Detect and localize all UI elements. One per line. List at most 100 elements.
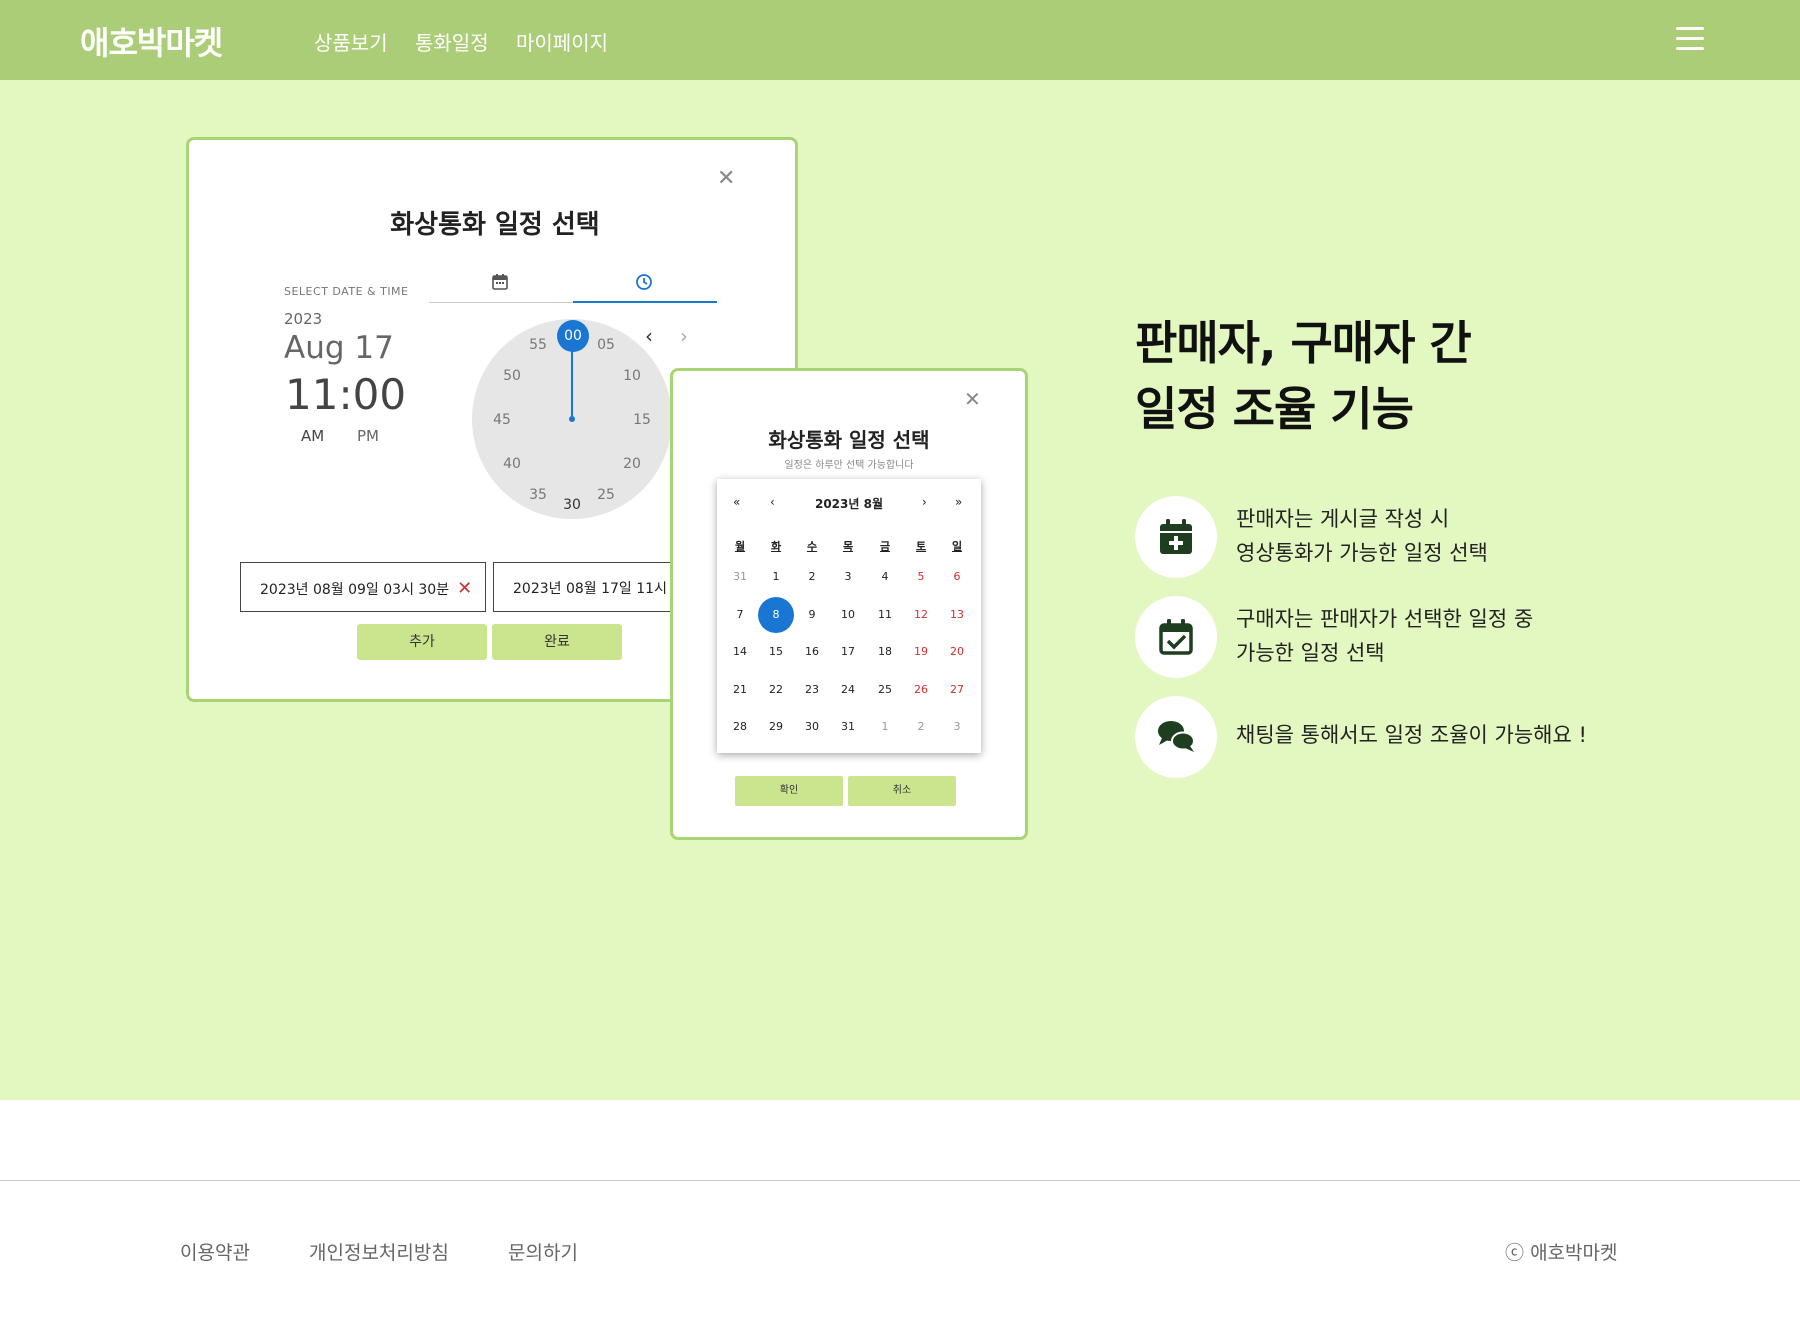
date-picker-card: ✕ 화상통화 일정 선택 일정은 하루만 선택 가능합니다 « ‹ 2023년 … [670, 368, 1028, 840]
schedule-field-1[interactable]: 2023년 08월 09일 03시 30분 ✕ [240, 562, 486, 612]
tab-calendar[interactable] [429, 273, 573, 303]
confirm-button[interactable]: 확인 [735, 776, 843, 806]
chevron-left-icon[interactable]: ‹ [645, 324, 653, 348]
feature-1-line1: 판매자는 게시글 작성 시 [1236, 507, 1450, 531]
nav-link-call-schedule[interactable]: 통화일정 [415, 27, 489, 56]
calendar-day[interactable]: 3 [830, 559, 866, 595]
brand-logo[interactable]: 애호박마켓 [80, 18, 223, 64]
clock-face[interactable]: 00 05 10 15 20 25 30 35 40 45 50 55 [472, 319, 672, 519]
calendar-day[interactable]: 4 [867, 559, 903, 595]
nav-link-mypage[interactable]: 마이페이지 [516, 27, 608, 56]
calendar-day[interactable]: 2 [903, 709, 939, 745]
feature-2-line1: 구매자는 판매자가 선택한 일정 중 [1236, 607, 1534, 631]
calendar-day[interactable]: 14 [722, 634, 758, 670]
calendar-day[interactable]: 31 [830, 709, 866, 745]
clock-number[interactable]: 05 [592, 337, 620, 353]
calendar-day[interactable]: 29 [758, 709, 794, 745]
cancel-button[interactable]: 취소 [848, 776, 956, 806]
calendar-day[interactable]: 1 [867, 709, 903, 745]
clock-center [569, 416, 575, 422]
schedule-field-2-text: 2023년 08월 17일 11시 00분 [513, 581, 672, 597]
calendar-day-selected[interactable]: 8 [758, 597, 794, 633]
select-date-time-label: SELECT DATE & TIME [284, 285, 409, 298]
clock-number[interactable]: 20 [618, 456, 646, 472]
clock-number[interactable]: 45 [488, 412, 516, 428]
feature-text-3: 채팅을 통해서도 일정 조율이 가능해요 ! [1236, 718, 1587, 752]
add-button[interactable]: 추가 [357, 624, 487, 660]
clock-number[interactable]: 35 [524, 487, 552, 503]
feature-2-line2: 가능한 일정 선택 [1236, 641, 1385, 665]
close-icon[interactable]: ✕ [964, 387, 981, 411]
calendar-day[interactable]: 25 [867, 672, 903, 708]
schedule-field-1-text: 2023년 08월 09일 03시 30분 [260, 582, 450, 598]
remove-icon[interactable]: ✕ [457, 578, 472, 599]
clock-number[interactable]: 25 [592, 487, 620, 503]
minute-value[interactable]: 00 [353, 370, 406, 419]
tab-clock[interactable] [573, 273, 717, 303]
calendar-day[interactable]: 24 [830, 672, 866, 708]
calendar-day[interactable]: 7 [722, 597, 758, 633]
calendar-day[interactable]: 22 [758, 672, 794, 708]
feature-heading: 판매자, 구매자 간 일정 조율 기능 [1135, 310, 1472, 442]
calendar-day[interactable]: 13 [939, 597, 975, 633]
calendar-day[interactable]: 6 [939, 559, 975, 595]
clock-number[interactable]: 40 [498, 456, 526, 472]
am-toggle[interactable]: AM [301, 427, 324, 445]
feature-3-line1: 채팅을 통해서도 일정 조율이 가능해요 ! [1236, 723, 1587, 747]
next-year-button[interactable]: » [955, 495, 962, 509]
selected-time: 11:00 [285, 370, 406, 419]
time-colon: : [338, 370, 353, 419]
calendar-day[interactable]: 10 [830, 597, 866, 633]
feature-1-line2: 영상통화가 가능한 일정 선택 [1236, 541, 1488, 565]
calendar-day[interactable]: 9 [794, 597, 830, 633]
calendar-day[interactable]: 16 [794, 634, 830, 670]
navbar: 애호박마켓 상품보기 통화일정 마이페이지 [0, 0, 1800, 80]
calendar-check-icon [1135, 596, 1217, 678]
clock-number[interactable]: 15 [628, 412, 656, 428]
clock-number[interactable]: 10 [618, 368, 646, 384]
calendar-day[interactable]: 31 [722, 559, 758, 595]
hour-value[interactable]: 11 [285, 370, 338, 419]
copyright-name: 애호박마켓 [1530, 1242, 1618, 1264]
calendar-day[interactable]: 1 [758, 559, 794, 595]
clock-number[interactable]: 55 [524, 337, 552, 353]
calendar-plus-icon [1135, 496, 1217, 578]
calendar-day[interactable]: 12 [903, 597, 939, 633]
chevron-right-icon[interactable]: › [680, 324, 688, 348]
calendar-popup: « ‹ 2023년 8월 › » 월 화 수 목 금 토 일 31 1 2 3 … [717, 479, 981, 753]
footer-link-terms[interactable]: 이용약관 [180, 1238, 250, 1265]
calendar-day[interactable]: 3 [939, 709, 975, 745]
pm-toggle[interactable]: PM [357, 427, 379, 445]
clock-selected-minute[interactable]: 00 [557, 320, 589, 352]
calendar-day[interactable]: 23 [794, 672, 830, 708]
chat-bubbles-icon [1135, 696, 1217, 778]
calendar-day[interactable]: 28 [722, 709, 758, 745]
calendar-day[interactable]: 18 [867, 634, 903, 670]
calendar-day[interactable]: 26 [903, 672, 939, 708]
selected-month-day: Aug 17 [284, 330, 394, 366]
calendar-day[interactable]: 27 [939, 672, 975, 708]
calendar-day[interactable]: 2 [794, 559, 830, 595]
calendar-month-label: 2023년 8월 [814, 497, 883, 511]
footer-divider [0, 1180, 1800, 1181]
calendar-day[interactable]: 30 [794, 709, 830, 745]
calendar-day[interactable]: 15 [758, 634, 794, 670]
clock-number[interactable]: 50 [498, 368, 526, 384]
calendar-day[interactable]: 17 [830, 634, 866, 670]
calendar-day[interactable]: 21 [722, 672, 758, 708]
next-month-button[interactable]: › [922, 495, 927, 509]
nav-link-products[interactable]: 상품보기 [314, 27, 388, 56]
schedule-field-2[interactable]: 2023년 08월 17일 11시 00분 [493, 562, 673, 612]
done-button[interactable]: 완료 [492, 624, 622, 660]
selected-year: 2023 [284, 310, 323, 328]
close-icon[interactable]: ✕ [717, 166, 735, 191]
clock-number[interactable]: 30 [558, 497, 586, 513]
feature-heading-line1: 판매자, 구매자 간 [1135, 316, 1472, 370]
footer-link-contact[interactable]: 문의하기 [508, 1238, 578, 1265]
calendar-day[interactable]: 19 [903, 634, 939, 670]
footer-link-privacy[interactable]: 개인정보처리방침 [309, 1238, 449, 1265]
hamburger-menu-icon[interactable] [1676, 27, 1704, 51]
calendar-day[interactable]: 20 [939, 634, 975, 670]
calendar-day[interactable]: 5 [903, 559, 939, 595]
calendar-day[interactable]: 11 [867, 597, 903, 633]
